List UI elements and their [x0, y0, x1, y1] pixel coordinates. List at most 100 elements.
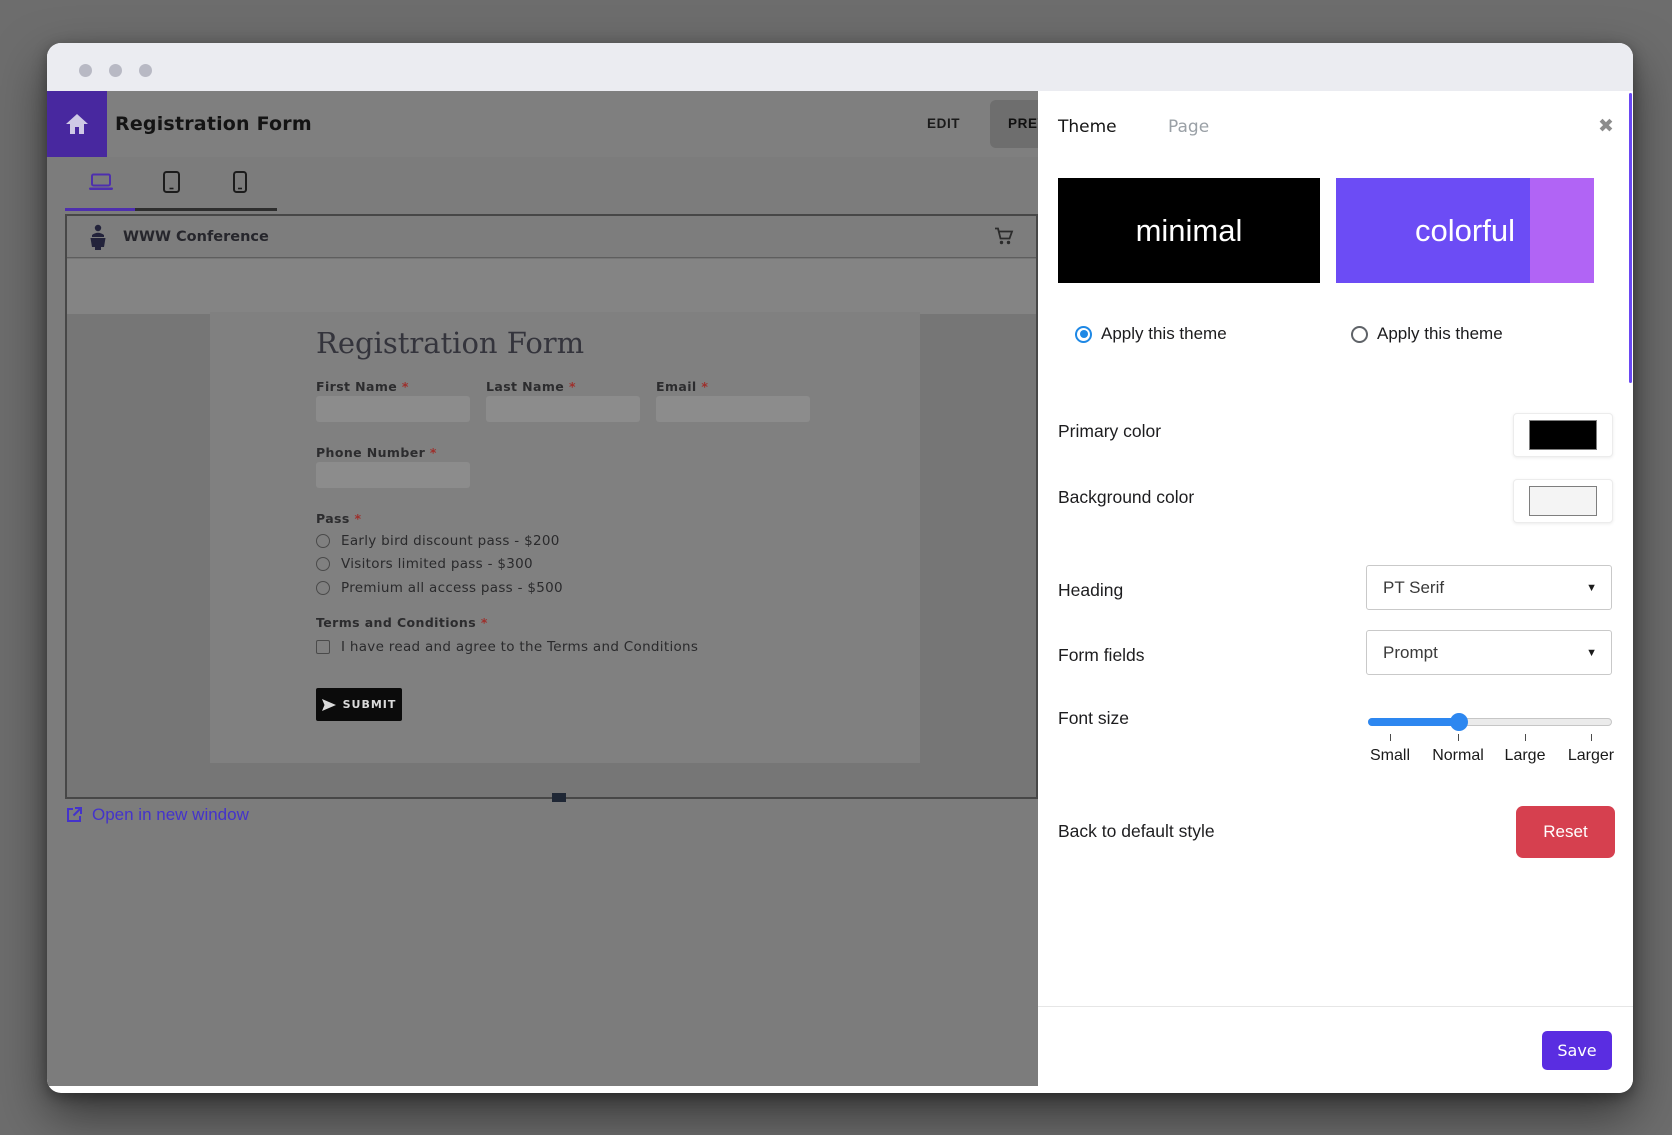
theme-swatch-minimal[interactable]: minimal: [1058, 178, 1320, 283]
apply-theme-label: Apply this theme: [1101, 324, 1227, 344]
tablet-icon: [163, 171, 180, 193]
form-preview-frame: WWW Conference Registration Form First N…: [65, 214, 1038, 799]
required-asterisk: *: [569, 379, 576, 394]
tab-page[interactable]: Page: [1168, 117, 1209, 137]
background-color-label: Background color: [1058, 487, 1194, 508]
last-name-input[interactable]: [486, 396, 640, 422]
form-fields-font-select[interactable]: Prompt ▼: [1366, 630, 1612, 675]
apply-theme-label: Apply this theme: [1377, 324, 1503, 344]
traffic-light-icon[interactable]: [139, 64, 152, 77]
form-fields-font-label: Form fields: [1058, 645, 1145, 666]
primary-color-label: Primary color: [1058, 421, 1161, 442]
slider-fill: [1368, 718, 1460, 726]
form-editor-region: Registration Form EDIT PREVIEW: [47, 91, 1038, 1086]
slider-tick: [1458, 734, 1459, 741]
cart-icon[interactable]: [994, 227, 1014, 246]
radio-selected-icon[interactable]: [1075, 326, 1092, 343]
tab-theme[interactable]: Theme: [1058, 117, 1117, 137]
primary-color-picker[interactable]: [1513, 413, 1613, 457]
pass-option-row[interactable]: Visitors limited pass - $300: [316, 556, 533, 572]
preview-form-header: WWW Conference: [67, 216, 1036, 258]
terms-checkbox-row[interactable]: I have read and agree to the Terms and C…: [316, 639, 698, 655]
submit-label: SUBMIT: [343, 698, 397, 711]
background-color-picker[interactable]: [1513, 479, 1613, 523]
frame-resize-handle[interactable]: [552, 793, 566, 802]
app-window: Registration Form EDIT PREVIEW: [47, 43, 1633, 1093]
traffic-light-icon[interactable]: [79, 64, 92, 77]
heading-font-value: PT Serif: [1383, 578, 1586, 598]
editor-header: Registration Form EDIT PREVIEW: [47, 91, 1038, 157]
submit-button[interactable]: SUBMIT: [316, 688, 402, 721]
label-text: Last Name: [486, 379, 564, 394]
required-asterisk: *: [481, 615, 488, 630]
pass-option-label: Early bird discount pass - $200: [341, 533, 560, 549]
primary-color-chip: [1529, 420, 1597, 450]
font-size-option[interactable]: Larger: [1568, 747, 1614, 765]
font-size-option[interactable]: Small: [1370, 747, 1410, 765]
required-asterisk: *: [402, 379, 409, 394]
radio-unselected-icon[interactable]: [1351, 326, 1368, 343]
traffic-light-icon[interactable]: [109, 64, 122, 77]
external-link-icon: [65, 806, 83, 824]
theme-swatch-colorful[interactable]: colorful: [1336, 178, 1594, 283]
phone-icon: [233, 171, 247, 193]
background-color-chip: [1529, 486, 1597, 516]
tab-edit[interactable]: EDIT: [927, 91, 960, 157]
font-size-slider[interactable]: Small Normal Large Larger: [1368, 710, 1612, 770]
home-button[interactable]: [47, 91, 107, 157]
send-icon: [322, 699, 336, 711]
tab-mobile-preview[interactable]: [218, 157, 262, 207]
field-label-first-name: First Name *: [316, 379, 409, 394]
font-size-option[interactable]: Large: [1505, 747, 1546, 765]
form-fields-font-value: Prompt: [1383, 643, 1586, 663]
font-size-option[interactable]: Normal: [1432, 747, 1484, 765]
preview-form-banner: [67, 259, 1036, 314]
radio-icon[interactable]: [316, 581, 330, 595]
footer-divider: [1038, 1006, 1633, 1007]
field-label-email: Email *: [656, 379, 708, 394]
apply-theme-minimal[interactable]: Apply this theme: [1075, 324, 1227, 344]
first-name-input[interactable]: [316, 396, 470, 422]
pass-option-row[interactable]: Premium all access pass - $500: [316, 580, 563, 596]
apply-theme-colorful[interactable]: Apply this theme: [1351, 324, 1503, 344]
slider-tick: [1591, 734, 1592, 741]
pass-option-label: Visitors limited pass - $300: [341, 556, 533, 572]
pass-option-row[interactable]: Early bird discount pass - $200: [316, 533, 560, 549]
font-size-label: Font size: [1058, 708, 1129, 729]
label-text: Pass: [316, 511, 350, 526]
tabbar-underline: [135, 208, 277, 211]
chevron-down-icon: ▼: [1586, 582, 1597, 594]
theme-accent-strip: [1530, 178, 1594, 283]
radio-icon[interactable]: [316, 534, 330, 548]
heading-font-label: Heading: [1058, 580, 1123, 601]
open-in-new-window-link[interactable]: Open in new window: [65, 805, 249, 825]
preview-form-heading: Registration Form: [316, 326, 584, 360]
org-name: WWW Conference: [123, 229, 994, 245]
label-text: Terms and Conditions: [316, 615, 476, 630]
required-asterisk: *: [355, 511, 362, 526]
theme-name: colorful: [1415, 213, 1515, 249]
laptop-icon: [88, 173, 114, 191]
slider-tick: [1525, 734, 1526, 741]
tab-preview[interactable]: PREVIEW: [990, 100, 1038, 148]
phone-input[interactable]: [316, 462, 470, 488]
terms-checkbox-label: I have read and agree to the Terms and C…: [341, 639, 698, 655]
email-input[interactable]: [656, 396, 810, 422]
home-icon: [65, 113, 89, 135]
os-titlebar: [47, 43, 1633, 91]
pass-option-label: Premium all access pass - $500: [341, 580, 563, 596]
checkbox-icon[interactable]: [316, 640, 330, 654]
close-icon[interactable]: ✖: [1598, 115, 1614, 138]
tab-desktop-preview[interactable]: [79, 157, 123, 207]
tab-tablet-preview[interactable]: [149, 157, 193, 207]
slider-thumb[interactable]: [1450, 713, 1468, 731]
field-label-terms: Terms and Conditions *: [316, 615, 488, 630]
label-text: Email: [656, 379, 697, 394]
field-label-phone: Phone Number *: [316, 445, 437, 460]
radio-icon[interactable]: [316, 557, 330, 571]
save-button[interactable]: Save: [1542, 1031, 1612, 1070]
back-to-default-label: Back to default style: [1058, 821, 1215, 842]
reset-button[interactable]: Reset: [1516, 806, 1615, 858]
panel-scrollbar[interactable]: [1629, 93, 1632, 383]
heading-font-select[interactable]: PT Serif ▼: [1366, 565, 1612, 610]
